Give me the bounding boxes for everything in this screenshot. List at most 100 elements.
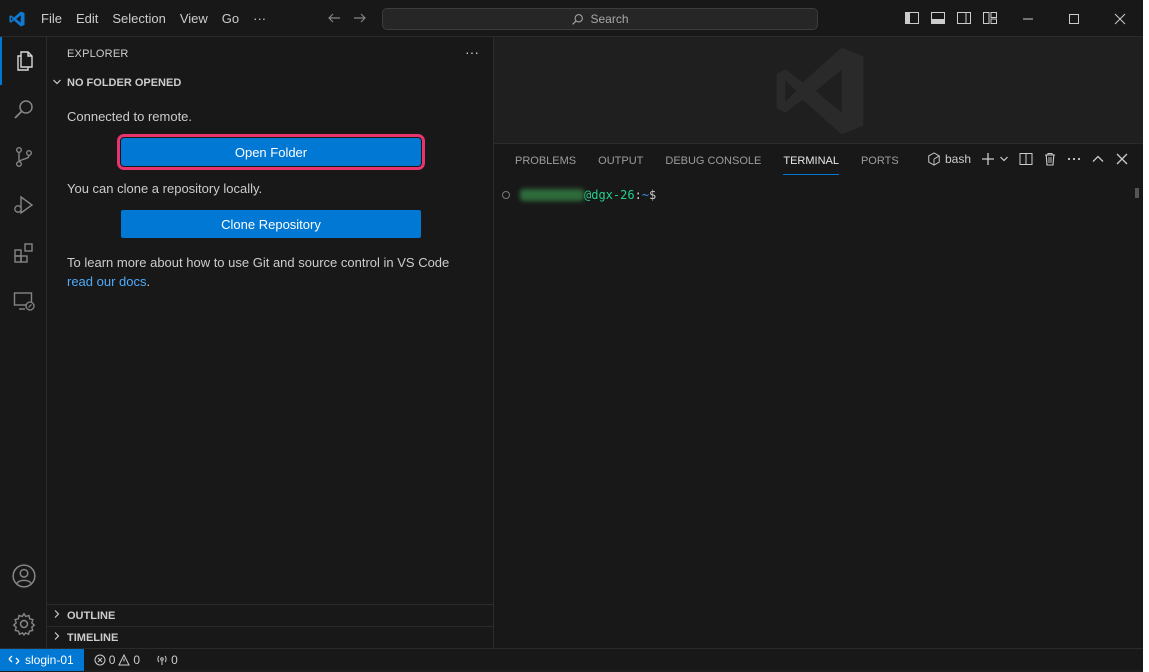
error-count: 0 [108,652,116,667]
git-learn-sentence: To learn more about how to use Git and s… [67,255,450,270]
git-learn-text: To learn more about how to use Git and s… [67,253,477,291]
search-icon [572,13,584,25]
activity-extensions[interactable] [0,229,47,277]
remote-label: slogin-01 [25,652,74,667]
warning-count: 0 [133,652,141,667]
menu-more[interactable]: ··· [246,0,273,37]
explorer-sidebar: EXPLORER ··· NO FOLDER OPENED Connected … [47,37,494,648]
maximize-panel-icon[interactable] [1091,152,1105,166]
tab-ports[interactable]: PORTS [850,144,910,178]
minimize-button[interactable] [1005,0,1051,37]
new-terminal-button[interactable] [981,152,1009,166]
remote-indicator[interactable]: slogin-01 [0,648,84,671]
run-debug-icon [13,195,33,215]
title-bar: File Edit Selection View Go ··· Search [0,0,1143,37]
outline-section-label: OUTLINE [67,609,116,622]
command-center-search[interactable]: Search [382,8,818,30]
panel-actions: bash [927,152,1129,166]
sidebar-title: EXPLORER [67,48,129,60]
menu-view[interactable]: View [173,0,215,37]
tab-problems[interactable]: PROBLEMS [504,144,587,178]
terminal-bash-icon [928,152,940,166]
arrow-right-icon[interactable] [352,10,368,26]
timeline-section-header[interactable]: TIMELINE [47,626,494,648]
customize-layout-icon[interactable] [982,10,998,26]
activity-accounts[interactable] [0,552,47,600]
chevron-right-icon [47,631,67,644]
chevron-down-icon [47,77,67,90]
timeline-section-label: TIMELINE [67,631,119,644]
no-folder-section-header[interactable]: NO FOLDER OPENED [47,72,494,94]
search-placeholder: Search [590,12,629,26]
navigation-arrows [326,10,368,26]
terminal-host: @dgx-26 [584,188,635,202]
sidebar-more-actions[interactable]: ··· [465,44,479,60]
activity-search[interactable] [0,85,47,133]
close-icon [1114,13,1126,24]
tab-debug-console[interactable]: DEBUG CONSOLE [654,144,772,178]
maximize-button[interactable] [1051,0,1097,37]
search-icon [13,100,33,119]
toggle-primary-sidebar-icon[interactable] [904,10,920,26]
chevron-right-icon [47,609,67,622]
redacted-username [520,189,584,201]
files-icon [16,51,33,71]
chevron-down-icon [1000,156,1008,162]
extensions-icon [13,243,33,263]
open-folder-button[interactable]: Open Folder [117,134,425,170]
clone-info-text: You can clone a repository locally. [67,181,263,196]
activity-run-debug[interactable] [0,181,47,229]
warning-icon [118,653,131,665]
activity-source-control[interactable] [0,133,47,181]
plus-icon [982,153,994,165]
menu-bar: File Edit Selection View Go ··· [34,0,273,37]
terminal-shell-selector[interactable]: bash [927,152,971,166]
minimize-icon [1023,18,1033,19]
arrow-left-icon[interactable] [326,10,342,26]
outline-section-header[interactable]: OUTLINE [47,604,494,626]
tab-output[interactable]: OUTPUT [587,144,654,178]
terminal-status-dot-icon [502,191,510,199]
maximize-icon [1069,13,1079,24]
close-panel-icon[interactable] [1115,152,1129,166]
terminal-path: ~ [641,188,650,202]
git-learn-period: . [146,274,151,289]
error-icon [94,654,106,665]
ports-count: 0 [171,652,178,667]
remote-explorer-icon [13,292,35,311]
more-actions-icon[interactable] [1067,152,1081,166]
vscode-watermark-icon [776,47,864,135]
clone-repository-button[interactable]: Clone Repository [121,210,421,238]
terminal-scrollbar[interactable] [1135,188,1139,198]
shell-label: bash [944,152,971,166]
menu-file[interactable]: File [34,0,69,37]
terminal-prompt-symbol: $ [649,188,657,202]
toggle-secondary-sidebar-icon[interactable] [956,10,972,26]
window-edge [1143,0,1149,672]
panel-tabs: PROBLEMS OUTPUT DEBUG CONSOLE TERMINAL P… [504,144,910,178]
toggle-panel-icon[interactable] [930,10,946,26]
trash-icon[interactable] [1043,152,1057,166]
bottom-panel: PROBLEMS OUTPUT DEBUG CONSOLE TERMINAL P… [494,143,1143,648]
activity-bar [0,37,47,648]
menu-edit[interactable]: Edit [69,0,105,37]
ports-status[interactable]: 0 [156,653,178,667]
split-terminal-icon[interactable] [1019,152,1033,166]
connected-remote-text: Connected to remote. [67,109,193,124]
source-control-icon [15,147,32,168]
terminal-prompt-line[interactable]: @dgx-26: ~ $ [502,188,656,202]
read-docs-link[interactable]: read our docs [67,274,147,289]
gear-icon [12,612,35,636]
activity-remote-explorer[interactable] [0,277,47,325]
editor-area [494,37,1143,143]
remote-icon [8,655,20,664]
close-window-button[interactable] [1097,0,1143,37]
activity-manage[interactable] [0,600,47,648]
problems-status[interactable]: 0 0 [94,653,140,667]
activity-explorer[interactable] [0,37,47,85]
account-icon [11,564,36,588]
menu-selection[interactable]: Selection [105,0,172,37]
tab-terminal[interactable]: TERMINAL [772,144,850,178]
menu-go[interactable]: Go [215,0,246,37]
status-bar: slogin-01 0 0 0 [0,648,1143,671]
